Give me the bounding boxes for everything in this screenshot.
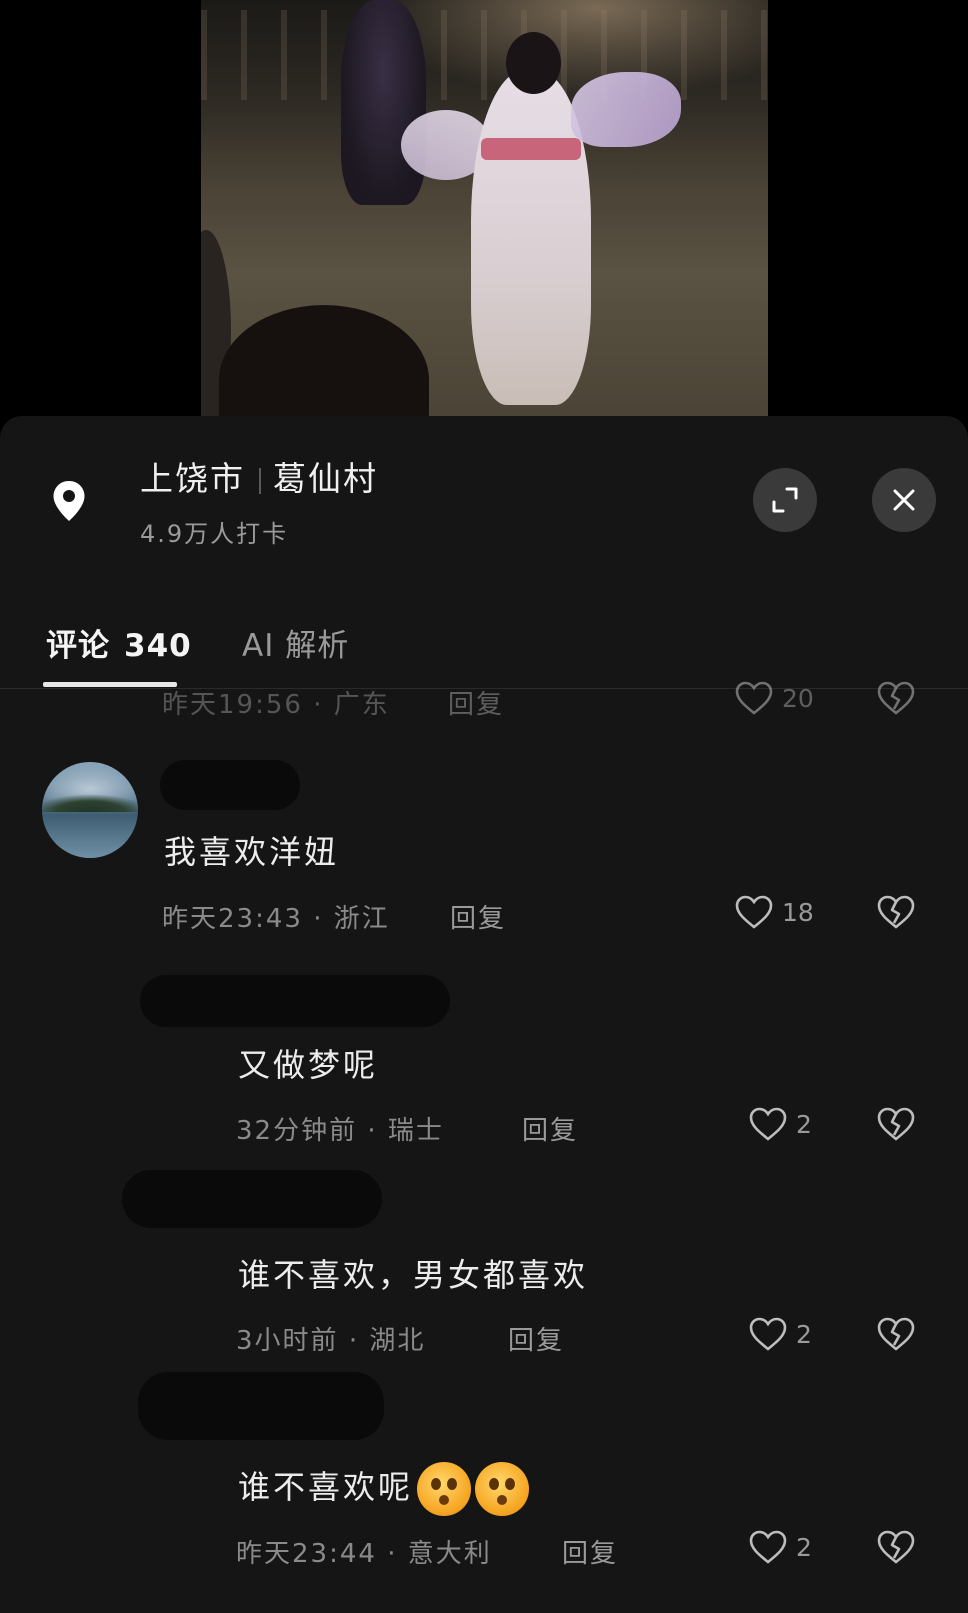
broken-heart-icon[interactable] (874, 1102, 918, 1146)
redacted-username (122, 1170, 382, 1228)
reply-button[interactable]: 回复 (508, 1320, 564, 1357)
comment-meta: 3小时前 · 湖北 (236, 1320, 425, 1357)
comment-time: 3小时前 (236, 1326, 339, 1356)
location-title[interactable]: 上饶市 葛仙村 (140, 456, 378, 502)
reply-button[interactable]: 回复 (448, 684, 504, 721)
astonished-face-emoji (417, 1462, 472, 1516)
comment-text-content: 谁不喜欢呢 (238, 1468, 414, 1506)
heart-outline-icon (735, 895, 773, 929)
heart-outline-icon (749, 1107, 787, 1141)
like-count: 20 (782, 684, 814, 713)
like-count: 2 (796, 1110, 812, 1139)
expand-button[interactable] (753, 468, 817, 532)
location-city: 上饶市 (140, 459, 245, 498)
like-button[interactable]: 20 (732, 676, 842, 720)
comment-region: 湖北 (369, 1326, 426, 1356)
heart-outline-icon (749, 1530, 787, 1564)
avatar[interactable] (42, 762, 138, 858)
meta-separator: · (387, 1539, 398, 1569)
like-count: 2 (796, 1533, 812, 1562)
redacted-username (160, 760, 300, 810)
comment-text: 谁不喜欢呢 (238, 1462, 530, 1516)
comment-meta: 昨天23:44 · 意大利 (236, 1533, 492, 1570)
comment-text: 我喜欢洋妞 (164, 833, 340, 871)
video-player[interactable] (201, 0, 768, 420)
comment-text: 谁不喜欢，男女都喜欢 (238, 1256, 589, 1294)
astonished-face-emoji (475, 1462, 530, 1516)
comment-region: 意大利 (407, 1539, 492, 1569)
expand-icon (772, 487, 798, 513)
like-count: 18 (782, 898, 814, 927)
comment-time: 昨天23:44 (236, 1539, 377, 1569)
background-fence (201, 10, 768, 100)
redacted-username (138, 1372, 384, 1440)
comment-meta: 32分钟前 · 瑞士 (236, 1110, 444, 1147)
location-divider (259, 467, 261, 494)
active-tab-indicator (43, 682, 177, 687)
performer-purple-sleeve (571, 72, 681, 147)
close-icon (893, 489, 915, 511)
tab-comments-count: 340 (124, 628, 192, 664)
like-button[interactable]: 2 (746, 1102, 846, 1146)
comment-meta: 昨天23:43 · 浙江 (162, 898, 390, 935)
tab-comments[interactable]: 评论 340 (46, 620, 192, 665)
heart-outline-icon (735, 681, 773, 715)
location-pin-icon (53, 481, 85, 521)
tab-ai-analysis[interactable]: AI 解析 (242, 620, 349, 665)
reply-button[interactable]: 回复 (522, 1110, 578, 1147)
broken-heart-icon[interactable] (874, 676, 918, 720)
broken-heart-icon[interactable] (874, 1525, 918, 1569)
like-count: 2 (796, 1320, 812, 1349)
close-button[interactable] (872, 468, 936, 532)
like-button[interactable]: 2 (746, 1312, 846, 1356)
performer-dark-costume (341, 0, 426, 205)
heart-outline-icon (749, 1317, 787, 1351)
comment-time: 昨天23:43 (162, 904, 303, 934)
like-button[interactable]: 18 (732, 890, 842, 934)
checkin-count: 4.9万人打卡 (140, 520, 289, 548)
redacted-username (140, 975, 450, 1027)
broken-heart-icon[interactable] (874, 1312, 918, 1356)
tab-comments-label: 评论 (46, 628, 110, 664)
spectator-head (219, 305, 429, 420)
comment-meta: 昨天19:56 · 广东 (162, 690, 390, 720)
like-button[interactable]: 2 (746, 1525, 846, 1569)
reply-button[interactable]: 回复 (450, 898, 506, 935)
comment-region: 瑞士 (387, 1116, 444, 1146)
reply-button[interactable]: 回复 (562, 1533, 618, 1570)
broken-heart-icon[interactable] (874, 890, 918, 934)
meta-separator: · (313, 904, 324, 934)
comment-text: 又做梦呢 (238, 1046, 379, 1084)
comment-time: 32分钟前 (236, 1116, 358, 1146)
comment-region: 浙江 (333, 904, 390, 934)
meta-separator: · (348, 1326, 360, 1356)
meta-separator: · (367, 1116, 378, 1146)
location-place: 葛仙村 (273, 459, 378, 498)
